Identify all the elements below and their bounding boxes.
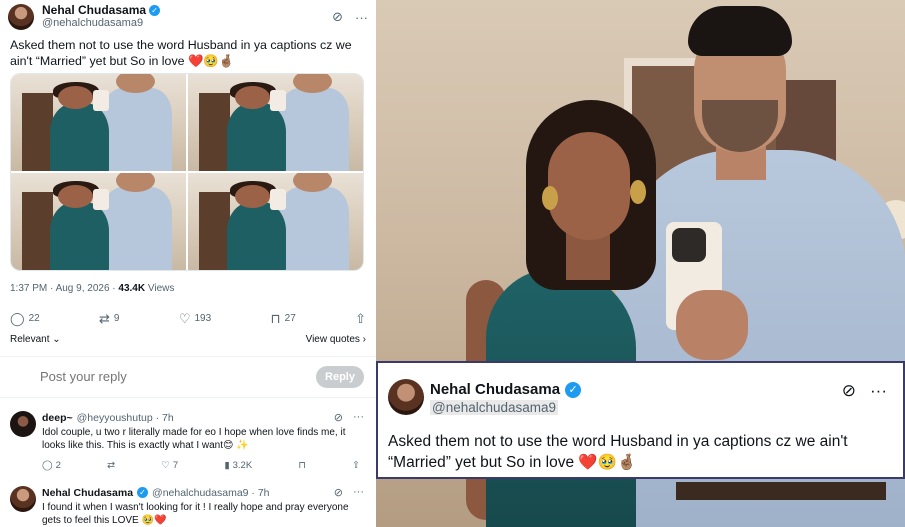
- tweet-actions: ◯ 22 ⇄ 9 ♡ 193 ⊓ 27 ⇧: [10, 312, 366, 325]
- media-photo[interactable]: [188, 74, 363, 171]
- bookmark-button[interactable]: ⊓: [298, 460, 305, 471]
- photo-panel: Nehal Chudasama ✓ @nehalchudasama9 ⊘ ···…: [376, 0, 905, 527]
- earring: [630, 180, 646, 204]
- reply-count: 2: [55, 460, 61, 471]
- verified-badge-icon: ✓: [565, 381, 582, 398]
- media-photo[interactable]: [188, 173, 363, 270]
- reply-author-handle[interactable]: @heyyoushutup · 7h: [77, 412, 174, 424]
- reply-submit-button[interactable]: Reply: [316, 366, 364, 388]
- reply-actions: ◯ 2 ⇄ ♡ 7 ▮ 3.2K ⊓ ⇧: [42, 460, 360, 471]
- views-label: Views: [145, 283, 175, 294]
- reply-button[interactable]: ◯ 2: [42, 460, 61, 471]
- man-hair: [688, 6, 792, 56]
- tweet-media-grid[interactable]: [10, 73, 364, 271]
- author-name[interactable]: Nehal Chudasama: [42, 4, 146, 17]
- view-quotes-link[interactable]: View quotes ›: [306, 334, 366, 345]
- like-count: 7: [172, 460, 179, 471]
- more-icon: ···: [870, 381, 887, 400]
- grok-icon[interactable]: ⊘: [334, 411, 343, 424]
- tweet-meta: 1:37 PM · Aug 9, 2026 · 43.4K Views: [10, 283, 174, 294]
- tweet-text: Asked them not to use the word Husband i…: [10, 38, 366, 69]
- share-icon: ⇧: [352, 460, 360, 471]
- avatar[interactable]: [10, 411, 36, 437]
- repost-icon: ⇄: [99, 311, 110, 326]
- verified-badge-icon: ✓: [149, 5, 161, 16]
- like-button[interactable]: ♡ 193: [179, 312, 211, 325]
- reply-button[interactable]: ◯ 22: [10, 312, 40, 325]
- avatar: [388, 379, 424, 415]
- reply-icon: ◯: [10, 311, 25, 326]
- repost-button[interactable]: ⇄: [107, 460, 115, 471]
- tweet-text-body: Asked them not to use the word Husband i…: [10, 38, 352, 68]
- verified-badge-icon: ✓: [137, 487, 149, 498]
- grok-icon[interactable]: ⊘: [332, 9, 343, 25]
- card-text: Asked them not to use the word Husband i…: [388, 431, 898, 473]
- avatar[interactable]: [10, 486, 36, 512]
- views-count: 43.4K: [118, 283, 146, 294]
- views-count: 3.2K: [232, 460, 253, 471]
- views-button[interactable]: ▮ 3.2K: [224, 460, 252, 471]
- reply-count: 22: [28, 313, 40, 324]
- card-author-name: Nehal Chudasama: [430, 381, 561, 398]
- tweet-emojis: ❤️🥹🤞🏽: [188, 53, 235, 68]
- reply-icon: ◯: [42, 460, 53, 471]
- tweet-header: Nehal Chudasama ✓ @nehalchudasama9 ⊘ ···: [8, 3, 368, 31]
- like-button[interactable]: ♡ 7: [161, 460, 178, 471]
- earring: [542, 186, 558, 210]
- grok-icon[interactable]: ⊘: [334, 486, 343, 499]
- bookmark-button[interactable]: ⊓ 27: [270, 312, 295, 325]
- woman-face: [548, 132, 630, 240]
- reply-sort-row: Relevant ⌄ View quotes ›: [10, 334, 366, 345]
- card-emojis: ❤️🥹🤞🏽: [578, 454, 637, 471]
- tweet-overlay-card: Nehal Chudasama ✓ @nehalchudasama9 ⊘ ···…: [376, 361, 905, 479]
- reply-author-handle[interactable]: @nehalchudasama9 · 7h: [152, 487, 269, 499]
- more-icon[interactable]: ···: [355, 10, 368, 25]
- share-button[interactable]: ⇧: [352, 460, 360, 471]
- bookmark-icon: ⊓: [298, 460, 306, 471]
- author-handle[interactable]: @nehalchudasama9: [42, 17, 160, 30]
- card-author-handle: @nehalchudasama9: [430, 400, 559, 415]
- reply-text: Idol couple, u two r literally made for …: [42, 427, 346, 451]
- more-icon[interactable]: ···: [353, 411, 364, 424]
- bookmark-count: 27: [284, 313, 296, 324]
- tweet-screenshot-panel: Nehal Chudasama ✓ @nehalchudasama9 ⊘ ···…: [0, 0, 376, 527]
- like-icon: ♡: [161, 460, 170, 471]
- reply-composer: Reply: [0, 356, 376, 398]
- grok-icon: ⊘: [841, 381, 857, 400]
- share-button[interactable]: ⇧: [355, 312, 366, 325]
- repost-count: 9: [113, 313, 120, 324]
- avatar[interactable]: [8, 4, 34, 30]
- reply-input[interactable]: [40, 369, 300, 384]
- sort-relevant-dropdown[interactable]: Relevant ⌄: [10, 334, 61, 345]
- reply-item[interactable]: Nehal Chudasama ✓ @nehalchudasama9 · 7h …: [10, 486, 366, 527]
- repost-icon: ⇄: [107, 460, 116, 471]
- author-name-row[interactable]: Nehal Chudasama ✓: [42, 4, 161, 17]
- more-icon[interactable]: ···: [353, 486, 364, 499]
- reply-text: I found it when I wasn't looking for it …: [42, 502, 349, 526]
- bookmark-icon: ⊓: [270, 311, 281, 326]
- like-count: 193: [194, 313, 212, 324]
- repost-button[interactable]: ⇄ 9: [99, 312, 119, 325]
- reply-item[interactable]: deep~ @heyyoushutup · 7h ⊘ ··· Idol coupl…: [10, 411, 366, 471]
- reply-author-name[interactable]: deep~: [42, 412, 73, 424]
- timestamp[interactable]: 1:37 PM · Aug 9, 2026 ·: [10, 283, 118, 294]
- like-icon: ♡: [178, 311, 191, 326]
- views-icon: ▮: [224, 460, 230, 471]
- media-photo[interactable]: [11, 173, 186, 270]
- hand: [676, 290, 748, 360]
- belt: [676, 482, 886, 500]
- share-icon: ⇧: [355, 311, 366, 326]
- reply-author-name[interactable]: Nehal Chudasama: [42, 487, 133, 499]
- media-photo[interactable]: [11, 74, 186, 171]
